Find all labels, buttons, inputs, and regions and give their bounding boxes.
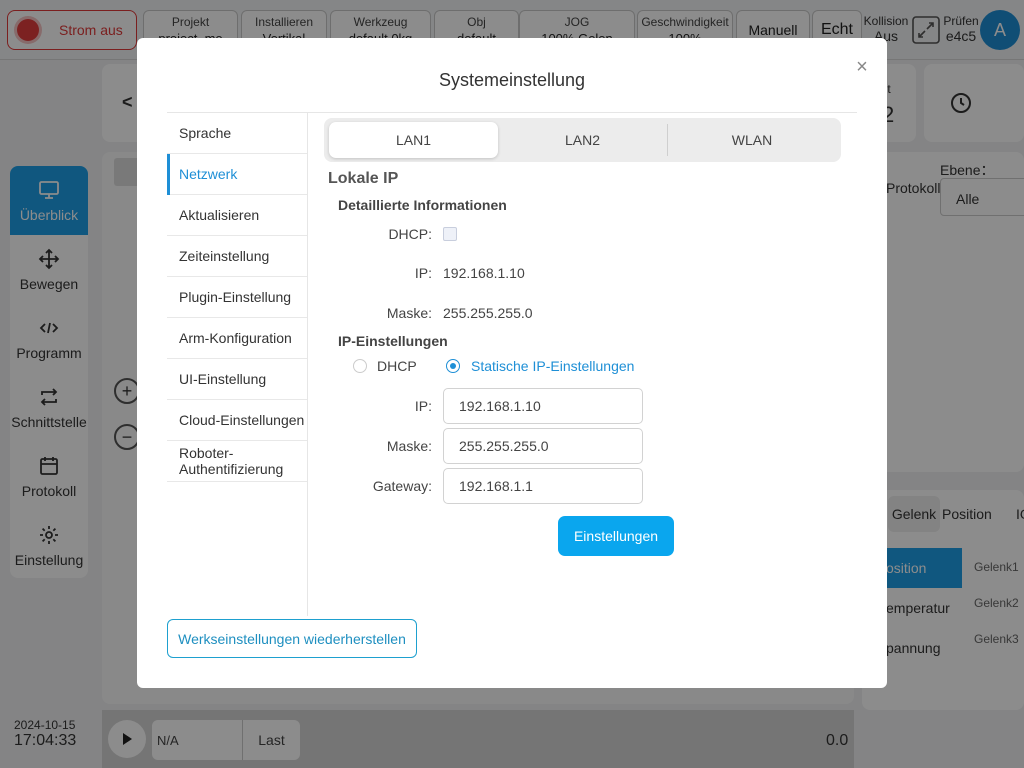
mask-input[interactable] <box>443 428 643 464</box>
ip-info-value: 192.168.1.10 <box>443 265 525 281</box>
menu-item-language[interactable]: Sprache <box>167 113 307 154</box>
menu-item-update[interactable]: Aktualisieren <box>167 195 307 236</box>
mask-info-label: Maske: <box>386 305 432 321</box>
radio-static-ip[interactable] <box>446 359 460 373</box>
factory-reset-button[interactable]: Werkseinstellungen wiederherstellen <box>167 619 417 658</box>
tab-lan1[interactable]: LAN1 <box>329 122 498 158</box>
detail-info-title: Detaillierte Informationen <box>338 197 507 213</box>
gateway-field-label: Gateway: <box>372 478 432 494</box>
settings-menu: Sprache Netzwerk Aktualisieren Zeiteinst… <box>167 113 307 482</box>
mask-field-label: Maske: <box>386 438 432 454</box>
ip-settings-title: IP-Einstellungen <box>338 333 448 349</box>
system-settings-dialog: Systemeinstellung × Sprache Netzwerk Akt… <box>137 38 887 688</box>
dhcp-info-label: DHCP: <box>388 226 432 242</box>
tab-lan2[interactable]: LAN2 <box>498 122 667 158</box>
menu-item-arm-config[interactable]: Arm-Konfiguration <box>167 318 307 359</box>
mask-info-value: 255.255.255.0 <box>443 305 533 321</box>
menu-item-cloud[interactable]: Cloud-Einstellungen <box>167 400 307 441</box>
menu-item-time[interactable]: Zeiteinstellung <box>167 236 307 277</box>
close-icon[interactable]: × <box>853 56 871 78</box>
ip-input[interactable] <box>443 388 643 424</box>
menu-item-network[interactable]: Netzwerk <box>167 154 307 195</box>
menu-item-plugin[interactable]: Plugin-Einstellung <box>167 277 307 318</box>
apply-settings-button[interactable]: Einstellungen <box>558 516 674 556</box>
network-tabs: LAN1 LAN2 WLAN <box>324 118 841 162</box>
local-ip-title: Lokale IP <box>328 170 399 187</box>
menu-item-robot-auth[interactable]: Roboter- Authentifizierung <box>167 441 307 482</box>
dialog-title: Systemeinstellung <box>438 70 586 90</box>
ip-info-label: IP: <box>414 265 432 281</box>
dhcp-checkbox[interactable] <box>443 227 457 241</box>
ip-field-label: IP: <box>414 398 432 414</box>
radio-dhcp[interactable] <box>353 359 367 373</box>
menu-item-ui[interactable]: UI-Einstellung <box>167 359 307 400</box>
gateway-input[interactable] <box>443 468 643 504</box>
radio-dhcp-label[interactable]: DHCP <box>377 358 417 374</box>
radio-static-ip-label[interactable]: Statische IP-Einstellungen <box>471 358 634 374</box>
tab-wlan[interactable]: WLAN <box>668 122 836 158</box>
menu-divider <box>307 113 308 616</box>
